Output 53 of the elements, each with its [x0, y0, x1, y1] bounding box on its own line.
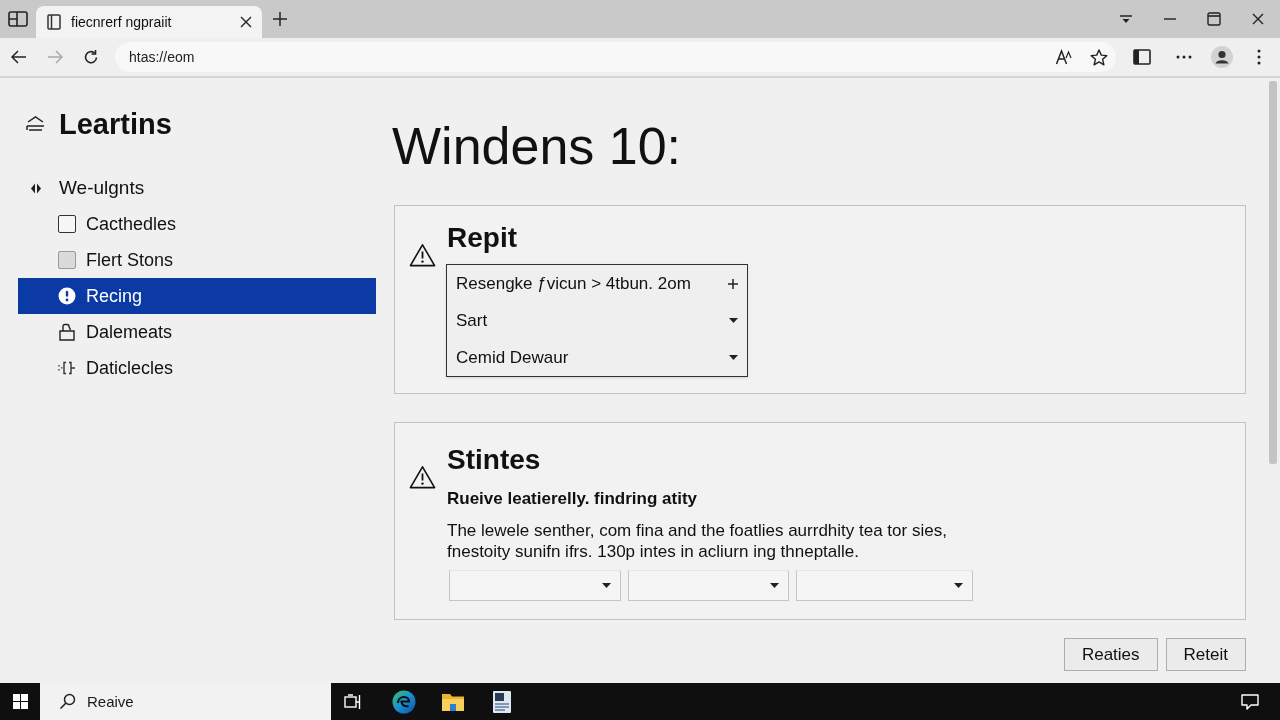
- bag-icon: [58, 323, 76, 341]
- maximize-icon[interactable]: [1207, 12, 1221, 26]
- document-app-icon[interactable]: [492, 689, 512, 714]
- panel-title: Stintes: [447, 443, 541, 477]
- dropdown-field[interactable]: [449, 570, 621, 601]
- nav-group[interactable]: We-ulgnts: [0, 170, 155, 206]
- alert-circle-icon: [58, 287, 76, 305]
- more-vertical-icon[interactable]: [1257, 49, 1261, 65]
- panel-subtitle: Rueive leatierelly. findring atity: [447, 488, 698, 510]
- star-icon[interactable]: [1089, 48, 1108, 66]
- new-tab-icon[interactable]: [273, 12, 287, 26]
- menu-icon[interactable]: [25, 114, 46, 134]
- nav-item[interactable]: Cacthedles: [18, 206, 376, 242]
- checkbox[interactable]: [58, 215, 76, 233]
- nav-item[interactable]: Recing: [18, 278, 376, 314]
- panel-icon[interactable]: [1133, 49, 1151, 65]
- browser-icon[interactable]: [392, 689, 416, 714]
- page-title: Windens 10:: [392, 120, 682, 172]
- close-icon[interactable]: [1252, 13, 1264, 25]
- warning-icon: [409, 243, 436, 267]
- sidebar-title: Leartins: [59, 107, 172, 142]
- address-field[interactable]: htas://eom: [115, 42, 1116, 72]
- start-icon[interactable]: [12, 694, 28, 709]
- task-view-icon[interactable]: [344, 693, 362, 710]
- diamond-icon: [30, 182, 42, 194]
- search-field[interactable]: Reaive: [40, 683, 331, 720]
- refresh-icon[interactable]: [83, 49, 99, 65]
- back-icon[interactable]: [11, 50, 27, 64]
- expandable-row[interactable]: Resengke ƒvicun > 4tbun. 2om: [447, 265, 747, 302]
- panel-title: Repit: [447, 221, 517, 255]
- more-icon[interactable]: [1176, 55, 1192, 59]
- nav-item[interactable]: Daticlecles: [18, 350, 376, 386]
- dropdown[interactable]: Cemid Dewaur: [447, 339, 747, 376]
- dropdown-icon[interactable]: [1119, 14, 1133, 24]
- close-icon[interactable]: [240, 16, 252, 28]
- dropdown-field[interactable]: [796, 570, 973, 601]
- dropdown[interactable]: Sart: [447, 302, 747, 339]
- scrollbar-thumb[interactable]: [1269, 81, 1277, 464]
- dropdown-field[interactable]: [628, 570, 789, 601]
- profile-icon[interactable]: [1211, 46, 1233, 68]
- search-icon: [59, 693, 76, 710]
- browser-tab[interactable]: fiecnrerf ngpraiit: [36, 6, 262, 38]
- panel-description: The lewele senther, com fina and the foatlies aurrdhity tea tor sies, fnestoity sunifn ifrs. 130p intes in acliurn ing thneptalle.: [447, 520, 947, 562]
- folder-icon[interactable]: [441, 691, 465, 712]
- chat-bubble-icon[interactable]: [1241, 693, 1259, 710]
- action-button[interactable]: Reteit: [1165, 638, 1246, 671]
- nav-item[interactable]: Dalemeats: [18, 314, 376, 350]
- warning-icon: [409, 465, 436, 489]
- action-button[interactable]: Reaties: [1063, 638, 1158, 671]
- tab-actions-icon[interactable]: [8, 11, 28, 27]
- bracket-icon: [58, 359, 76, 377]
- read-aloud-icon[interactable]: [1054, 49, 1073, 65]
- page-icon: [47, 14, 61, 30]
